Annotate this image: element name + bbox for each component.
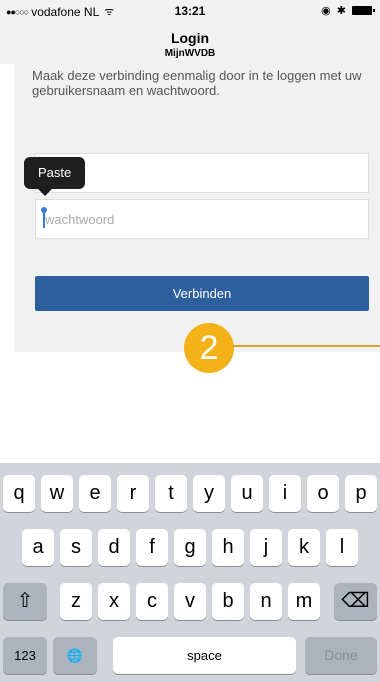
login-intro-text: Maak deze verbinding eenmalig door in te… <box>32 68 362 98</box>
shift-key[interactable]: ⇧ <box>3 583 47 620</box>
key-h[interactable]: h <box>212 529 244 566</box>
key-a[interactable]: a <box>22 529 54 566</box>
backspace-key[interactable]: ⌫ <box>334 583 377 620</box>
key-p[interactable]: p <box>345 475 377 512</box>
key-t[interactable]: t <box>155 475 187 512</box>
battery-icon <box>352 6 375 15</box>
key-x[interactable]: x <box>98 583 130 620</box>
key-e[interactable]: e <box>79 475 111 512</box>
key-c[interactable]: c <box>136 583 168 620</box>
key-j[interactable]: j <box>250 529 282 566</box>
key-v[interactable]: v <box>174 583 206 620</box>
login-form: Maak deze verbinding eenmalig door in te… <box>14 64 380 352</box>
nav-header: Login MijnWVDB <box>0 20 380 64</box>
key-o[interactable]: o <box>307 475 339 512</box>
done-key[interactable]: Done <box>305 637 377 674</box>
paste-menu-button[interactable]: Paste <box>24 157 86 196</box>
password-field[interactable]: wachtwoord <box>35 199 369 239</box>
page-title: Login <box>170 30 210 46</box>
key-s[interactable]: s <box>60 529 92 566</box>
key-n[interactable]: n <box>250 583 282 620</box>
numbers-key[interactable]: 123 <box>3 637 47 674</box>
key-f[interactable]: f <box>136 529 168 566</box>
key-w[interactable]: w <box>41 475 73 512</box>
callout-line <box>232 345 380 347</box>
key-l[interactable]: l <box>326 529 358 566</box>
key-r[interactable]: r <box>117 475 149 512</box>
page-subtitle: MijnWVDB <box>164 48 216 59</box>
key-q[interactable]: q <box>3 475 35 512</box>
key-y[interactable]: y <box>193 475 225 512</box>
key-i[interactable]: i <box>269 475 301 512</box>
alarm-icon: ◉ <box>321 5 331 17</box>
status-right: ◉ ✱ <box>321 4 375 17</box>
key-u[interactable]: u <box>231 475 263 512</box>
username-field[interactable] <box>35 153 369 193</box>
step-badge: 2 <box>184 323 234 373</box>
key-b[interactable]: b <box>212 583 244 620</box>
key-g[interactable]: g <box>174 529 206 566</box>
status-bar: ●●○○○ vodafone NL ᯤ 13:21 ◉ ✱ <box>0 0 380 20</box>
key-d[interactable]: d <box>98 529 130 566</box>
password-placeholder: wachtwoord <box>45 212 115 227</box>
connect-button[interactable]: Verbinden <box>35 276 369 311</box>
globe-key[interactable]: 🌐 <box>53 637 97 674</box>
key-z[interactable]: z <box>60 583 92 620</box>
keyboard: q w e r t y u i o p a s d f g h j k l ⇧ … <box>0 463 380 682</box>
space-key[interactable]: space <box>113 637 296 674</box>
bluetooth-icon: ✱ <box>336 5 346 17</box>
key-k[interactable]: k <box>288 529 320 566</box>
key-m[interactable]: m <box>288 583 320 620</box>
